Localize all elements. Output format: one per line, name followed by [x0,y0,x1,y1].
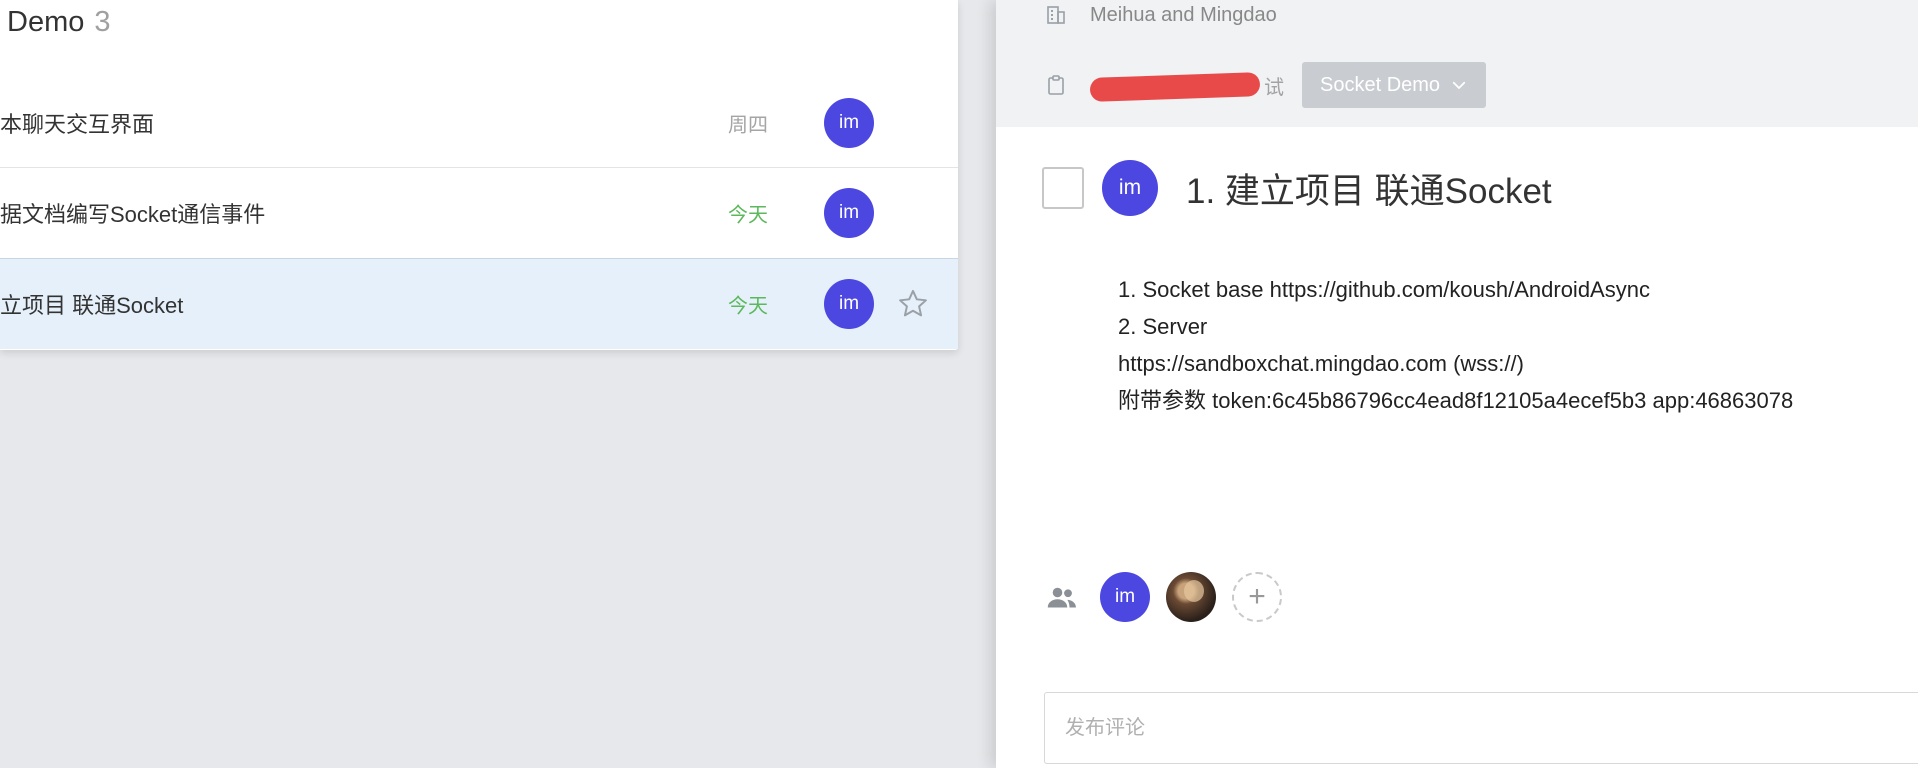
task-detail-panel: Meihua and Mingdao 试 Socket Demo im 1. 建… [996,0,1918,768]
description-line: 附带参数 token:6c45b86796cc4ead8f12105a4ecef… [1118,388,1794,413]
clipboard-icon [1048,75,1064,95]
stage-dropdown-label: Socket Demo [1320,73,1441,96]
task-description[interactable]: 1. Socket base https://github.com/koush/… [1118,271,1793,419]
task-detail-header: Meihua and Mingdao 试 Socket Demo [996,0,1918,127]
comment-input[interactable] [1065,693,1918,763]
task-row[interactable]: 本聊天交互界面 周四 im [0,77,958,168]
description-line: 1. Socket base https://github.com/koush/… [1118,277,1650,302]
member-avatar[interactable]: im [1100,572,1150,622]
chevron-down-icon [1452,81,1466,89]
redaction-mark [1089,72,1261,102]
list-count: 3 [94,6,111,38]
assignee-avatar[interactable]: im [824,188,874,238]
star-icon[interactable] [896,287,930,321]
folder-row: 试 Socket Demo [1044,62,1487,108]
building-icon [1047,6,1065,24]
description-line: https://sandboxchat.mingdao.com (wss://) [1118,351,1524,376]
project-name[interactable]: Meihua and Mingdao [1090,4,1277,27]
task-row-title[interactable]: 立项目 联通Socket [0,288,183,320]
assignee-avatar[interactable]: im [824,97,874,148]
task-row-date: 今天 [728,204,768,227]
list-header: Demo 3 [7,6,111,39]
owner-avatar[interactable]: im [1102,160,1158,216]
task-title[interactable]: 1. 建立项目 联通Socket [1186,163,1552,214]
stage-dropdown-button[interactable]: Socket Demo [1302,62,1487,108]
task-row[interactable]: 据文档编写Socket通信事件 今天 im [0,167,958,258]
folder-name[interactable]: 试 [1264,71,1284,100]
member-avatar-photo[interactable] [1166,572,1216,622]
plus-icon: + [1248,580,1266,613]
task-row-title[interactable]: 据文档编写Socket通信事件 [0,197,265,229]
task-row-selected[interactable]: 立项目 联通Socket 今天 im [0,258,958,349]
task-row-date: 周四 [728,114,768,136]
list-title: Demo [7,6,85,38]
members-row: im + [1044,572,1282,622]
app-window: Demo 3 本聊天交互界面 周四 im 据文档编写Socket通信事件 今天 … [0,0,1918,768]
task-title-row: im 1. 建立项目 联通Socket [1042,160,1552,216]
task-list-panel: Demo 3 本聊天交互界面 周四 im 据文档编写Socket通信事件 今天 … [0,0,958,350]
description-line: 2. Server [1118,314,1208,339]
task-row-date: 今天 [728,295,768,318]
comment-box [1044,692,1918,764]
task-row-title[interactable]: 本聊天交互界面 [0,107,154,139]
assignee-avatar[interactable]: im [824,279,874,329]
add-member-button[interactable]: + [1232,572,1282,622]
project-row[interactable]: Meihua and Mingdao [1044,3,1277,27]
complete-checkbox[interactable] [1042,167,1084,209]
people-icon [1047,587,1076,608]
